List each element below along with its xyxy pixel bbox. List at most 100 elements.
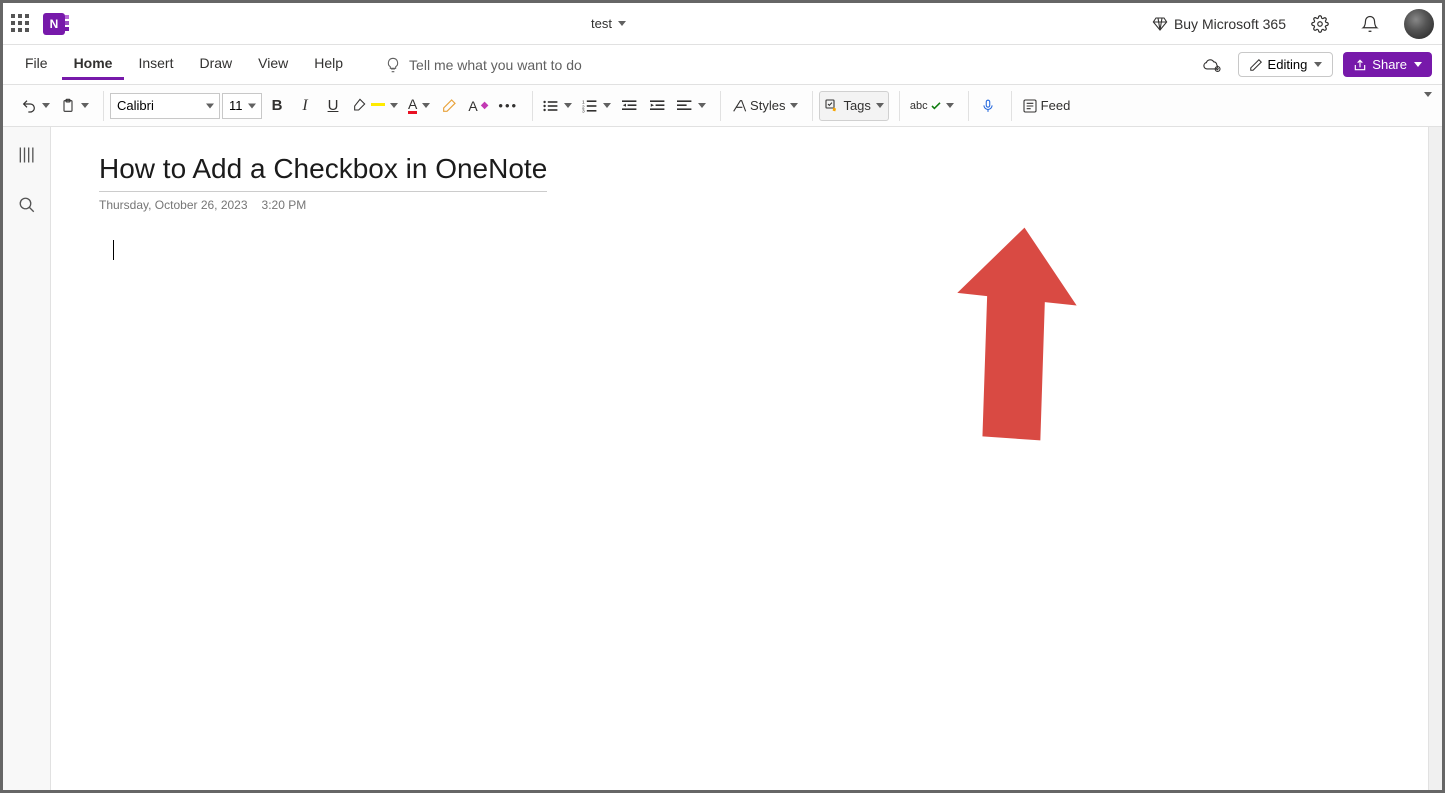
feed-button[interactable]: Feed <box>1018 91 1075 121</box>
feed-icon <box>1022 98 1038 114</box>
eraser-icon <box>441 98 457 114</box>
highlighter-icon <box>352 98 368 114</box>
settings-button[interactable] <box>1304 8 1336 40</box>
chevron-down-icon <box>876 103 884 108</box>
search-button[interactable] <box>11 189 43 221</box>
underline-icon: U <box>328 97 339 114</box>
clipboard-icon <box>60 97 76 115</box>
tab-view[interactable]: View <box>246 49 300 80</box>
cloud-sync-icon <box>1202 57 1222 73</box>
paste-button[interactable] <box>56 91 93 121</box>
more-font-options-button[interactable]: ••• <box>494 91 522 121</box>
share-button[interactable]: Share <box>1343 52 1432 77</box>
tags-button[interactable]: Tags <box>819 91 888 121</box>
clear-formatting-button[interactable] <box>436 91 462 121</box>
buy-label: Buy Microsoft 365 <box>1174 16 1286 32</box>
page-metadata: Thursday, October 26, 2023 3:20 PM <box>99 198 1380 212</box>
tab-draw[interactable]: Draw <box>187 49 244 80</box>
title-bar: N test Buy Microsoft 365 <box>3 3 1442 45</box>
search-icon <box>18 196 36 214</box>
app-launcher-icon[interactable] <box>11 14 31 34</box>
font-name-input[interactable] <box>110 93 220 119</box>
diamond-icon <box>1152 16 1168 32</box>
bold-button[interactable]: B <box>264 91 290 121</box>
lightbulb-icon <box>385 57 401 73</box>
chevron-down-icon <box>1424 92 1432 114</box>
buy-microsoft-365-link[interactable]: Buy Microsoft 365 <box>1152 16 1286 32</box>
ellipsis-icon: ••• <box>498 98 518 113</box>
format-painter-button[interactable]: A◆ <box>464 91 492 121</box>
italic-button[interactable]: I <box>292 91 318 121</box>
align-button[interactable] <box>673 91 710 121</box>
chevron-down-icon <box>422 103 430 108</box>
page-canvas[interactable]: How to Add a Checkbox in OneNote Thursda… <box>51 127 1428 790</box>
chevron-down-icon <box>42 103 50 108</box>
bell-icon <box>1361 15 1379 33</box>
annotation-arrow-icon <box>953 227 1083 457</box>
notifications-button[interactable] <box>1354 8 1386 40</box>
page-date: Thursday, October 26, 2023 <box>99 198 248 212</box>
user-avatar[interactable] <box>1404 9 1434 39</box>
share-icon <box>1353 58 1367 72</box>
tab-insert[interactable]: Insert <box>126 49 185 80</box>
spelling-button[interactable]: abc <box>906 91 958 121</box>
chevron-down-icon <box>618 21 626 26</box>
page-title[interactable]: How to Add a Checkbox in OneNote <box>99 153 547 192</box>
gear-icon <box>1311 15 1329 33</box>
bullet-list-icon <box>543 99 559 113</box>
svg-text:3: 3 <box>582 108 585 113</box>
tab-file[interactable]: File <box>13 49 60 80</box>
page-time: 3:20 PM <box>262 198 307 212</box>
undo-icon <box>21 98 37 114</box>
tell-me-placeholder: Tell me what you want to do <box>409 57 582 73</box>
spellcheck-icon: abc <box>910 100 928 112</box>
tell-me-search[interactable]: Tell me what you want to do <box>385 57 582 73</box>
ribbon-expand-button[interactable] <box>1422 97 1432 115</box>
font-color-icon: A <box>408 98 417 114</box>
workspace: How to Add a Checkbox in OneNote Thursda… <box>3 127 1442 790</box>
onenote-logo-icon[interactable]: N <box>43 13 65 35</box>
document-title-dropdown[interactable]: test <box>65 16 1152 31</box>
chevron-down-icon <box>1414 62 1422 67</box>
font-size-select[interactable] <box>222 93 262 119</box>
chevron-down-icon <box>946 103 954 108</box>
text-cursor <box>113 240 114 260</box>
highlight-button[interactable] <box>348 91 402 121</box>
notebooks-button[interactable] <box>11 139 43 171</box>
tab-help[interactable]: Help <box>302 49 355 80</box>
align-left-icon <box>677 99 693 113</box>
chevron-down-icon <box>698 103 706 108</box>
feed-label: Feed <box>1041 98 1071 113</box>
document-title: test <box>591 16 612 31</box>
dictate-button[interactable] <box>975 91 1001 121</box>
chevron-down-icon <box>1314 62 1322 67</box>
editing-label: Editing <box>1268 57 1308 72</box>
bullets-button[interactable] <box>539 91 576 121</box>
indent-icon <box>650 99 666 113</box>
tag-icon <box>824 98 840 114</box>
increase-indent-button[interactable] <box>645 91 671 121</box>
chevron-down-icon <box>81 103 89 108</box>
tab-home[interactable]: Home <box>62 49 125 80</box>
font-size-input[interactable] <box>222 93 262 119</box>
numbering-button[interactable]: 123 <box>578 91 615 121</box>
vertical-scrollbar[interactable] <box>1428 127 1442 790</box>
decrease-indent-button[interactable] <box>617 91 643 121</box>
styles-icon <box>731 98 747 114</box>
italic-icon: I <box>302 97 307 115</box>
undo-button[interactable] <box>17 91 54 121</box>
ribbon-toolbar: B I U A A◆ ••• 123 <box>3 85 1442 127</box>
navigation-rail <box>3 127 51 790</box>
tags-label: Tags <box>843 98 870 113</box>
outdent-icon <box>622 99 638 113</box>
font-color-button[interactable]: A <box>404 91 434 121</box>
chevron-down-icon <box>390 103 398 108</box>
sync-status-button[interactable] <box>1196 49 1228 81</box>
bold-icon: B <box>272 97 283 114</box>
styles-button[interactable]: Styles <box>727 91 802 121</box>
pencil-icon <box>1249 58 1263 72</box>
font-name-select[interactable] <box>110 93 220 119</box>
chevron-down-icon <box>564 103 572 108</box>
underline-button[interactable]: U <box>320 91 346 121</box>
editing-mode-button[interactable]: Editing <box>1238 52 1334 77</box>
